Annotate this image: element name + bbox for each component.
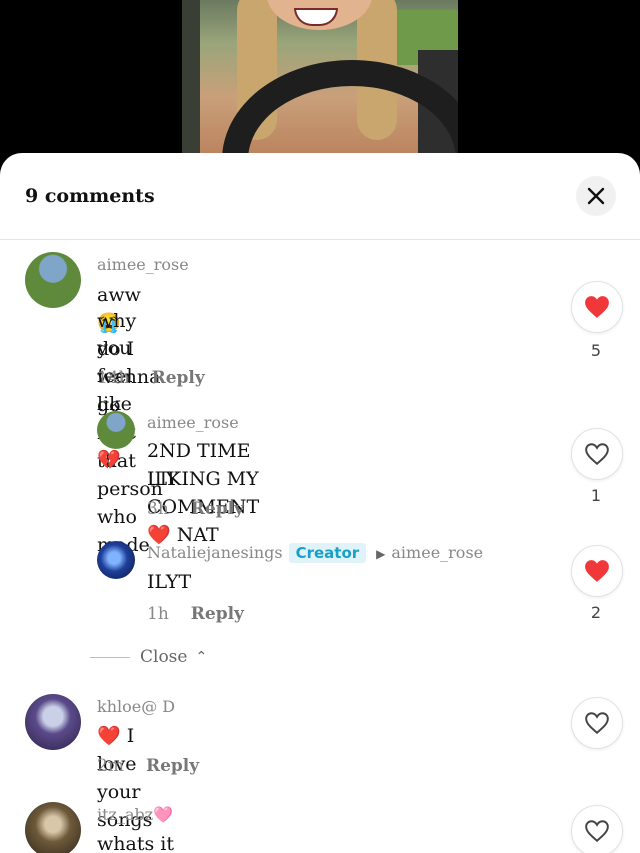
- reply-arrow-icon: ▶: [376, 547, 386, 561]
- close-button[interactable]: [576, 176, 616, 216]
- like-count: 5: [590, 341, 602, 360]
- like-button[interactable]: [571, 428, 623, 480]
- like-button[interactable]: [571, 281, 623, 333]
- comment-text: you feel like that 💔: [97, 337, 136, 471]
- creator-badge: Creator: [288, 543, 367, 563]
- like-count: 2: [590, 603, 602, 622]
- close-icon: [587, 187, 605, 205]
- comments-header: 9 comments: [0, 153, 640, 240]
- heart-outline-icon: [585, 443, 609, 466]
- comment-text: ILYT: [147, 571, 192, 593]
- comment-time: 2m: [97, 756, 124, 776]
- reply-button[interactable]: Reply: [191, 604, 244, 624]
- comment-username[interactable]: aimee_rose: [147, 413, 239, 432]
- heart-outline-icon: [585, 820, 609, 843]
- heart-outline-icon: [585, 712, 609, 735]
- comment-username[interactable]: aimee_rose: [97, 255, 189, 274]
- avatar[interactable]: [25, 252, 81, 308]
- comment-username-row: Nataliejanesings Creator ▶ aimee_rose: [147, 543, 483, 563]
- close-replies-button[interactable]: Close ⌃: [90, 647, 207, 667]
- comment-time: 1h: [147, 604, 169, 624]
- like-button[interactable]: [571, 697, 623, 749]
- reply-to-username[interactable]: aimee_rose: [391, 543, 483, 562]
- comment-username[interactable]: khloe@ D: [97, 697, 175, 716]
- comment-meta: 14h Reply: [97, 368, 205, 388]
- comment-time: 3h: [147, 499, 169, 519]
- comments-sheet: 9 comments aimee_rose aww 😭 why do I wan…: [0, 153, 640, 853]
- comment-time: 14h: [97, 368, 130, 388]
- divider: [90, 656, 130, 658]
- comment-meta: 3h Reply: [147, 499, 244, 519]
- comment-username[interactable]: itz_abz🩷: [97, 805, 173, 824]
- video-preview[interactable]: [182, 0, 458, 175]
- comments-count: 9 comments: [25, 185, 155, 207]
- comment-text: 2ND TIME LIKING MY COMMENT ❤️ NAT: [147, 440, 260, 546]
- avatar[interactable]: [25, 694, 81, 750]
- like-count: 1: [590, 486, 602, 505]
- like-button[interactable]: [571, 805, 623, 853]
- reply-button[interactable]: Reply: [152, 368, 205, 388]
- chevron-up-icon: ⌃: [195, 649, 208, 665]
- avatar[interactable]: [25, 802, 81, 853]
- reply-button[interactable]: Reply: [146, 756, 199, 776]
- comment-username[interactable]: Nataliejanesings: [147, 543, 283, 562]
- comment-text: whats it called??: [97, 833, 174, 853]
- avatar[interactable]: [97, 541, 135, 579]
- heart-filled-icon: [585, 560, 609, 582]
- close-replies-label: Close: [140, 647, 188, 667]
- comment-text: ILY: [147, 468, 179, 490]
- like-button[interactable]: [571, 545, 623, 597]
- avatar[interactable]: [97, 411, 135, 449]
- comment-meta: 2m Reply: [97, 756, 199, 776]
- heart-filled-icon: [585, 296, 609, 318]
- video-background: [182, 0, 200, 175]
- comment-meta: 1h Reply: [147, 604, 244, 624]
- reply-button[interactable]: Reply: [191, 499, 244, 519]
